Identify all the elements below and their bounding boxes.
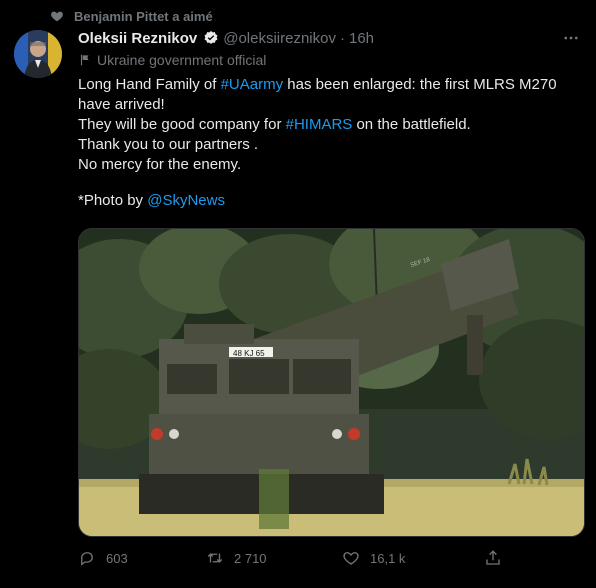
like-icon [343, 552, 359, 565]
verified-badge-icon [204, 31, 218, 44]
tweet-photo[interactable]: 48 KJ 65 SEF 18 [78, 228, 585, 537]
text-segment: *Photo by [78, 192, 148, 209]
government-label-text: Ukraine government official [97, 52, 267, 68]
mention-skynews[interactable]: @SkyNews [147, 192, 225, 209]
tweet-line-4: Thank you to our partners . [78, 136, 259, 153]
tweet-line-2: have arrived! [78, 96, 165, 113]
share-button[interactable] [484, 549, 502, 567]
heart-icon [51, 11, 63, 22]
reply-count: 603 [106, 550, 128, 566]
vehicle-marking: 48 KJ 65 [233, 349, 265, 358]
author-name[interactable]: Oleksii Reznikov [78, 30, 197, 47]
avatar[interactable] [14, 30, 62, 78]
author-handle[interactable]: @oleksiireznikov [223, 30, 336, 47]
tweet-text: Long Hand Family of #UAarmy has been enl… [78, 75, 578, 211]
retweet-count: 2 710 [234, 550, 267, 566]
like-button[interactable]: 16,1 k [342, 549, 405, 567]
retweet-icon [207, 553, 223, 563]
like-count: 16,1 k [370, 550, 406, 566]
text-segment: has been enlarged: the first MLRS M270 [283, 76, 557, 93]
tweet-header: Oleksii Reznikov @oleksiireznikov · 16h [78, 28, 374, 48]
reply-icon [81, 552, 93, 566]
reply-button[interactable]: 603 [78, 549, 128, 567]
text-segment: Long Hand Family of [78, 76, 221, 93]
photo-credit: *Photo by @SkyNews [78, 191, 578, 211]
social-context: Benjamin Pittet a aimé [50, 6, 213, 26]
social-context-text[interactable]: Benjamin Pittet a aimé [74, 9, 213, 24]
text-segment: on the battlefield. [352, 116, 471, 133]
share-icon [486, 550, 500, 565]
tweet[interactable]: Benjamin Pittet a aimé Oleksii Reznikov … [0, 0, 596, 588]
hashtag-himars[interactable]: #HIMARS [286, 116, 353, 133]
photo-m270-launcher: 48 KJ 65 SEF 18 [79, 229, 584, 536]
tweet-line-3: They will be good company for #HIMARS on… [78, 115, 578, 135]
separator-dot: · [339, 29, 345, 47]
government-label: Ukraine government official [78, 51, 266, 69]
retweet-button[interactable]: 2 710 [206, 549, 267, 567]
text-segment: They will be good company for [78, 116, 286, 133]
tweet-line-5: No mercy for the enemy. [78, 156, 242, 173]
tweet-actions: 603 2 710 16,1 k [78, 546, 583, 570]
tweet-timestamp[interactable]: 16h [349, 30, 374, 47]
more-icon [564, 36, 578, 40]
flag-icon [80, 54, 89, 66]
more-options-button[interactable] [560, 28, 582, 48]
tweet-line-1: Long Hand Family of #UAarmy has been enl… [78, 75, 578, 95]
hashtag-uaarmy[interactable]: #UAarmy [221, 76, 284, 93]
